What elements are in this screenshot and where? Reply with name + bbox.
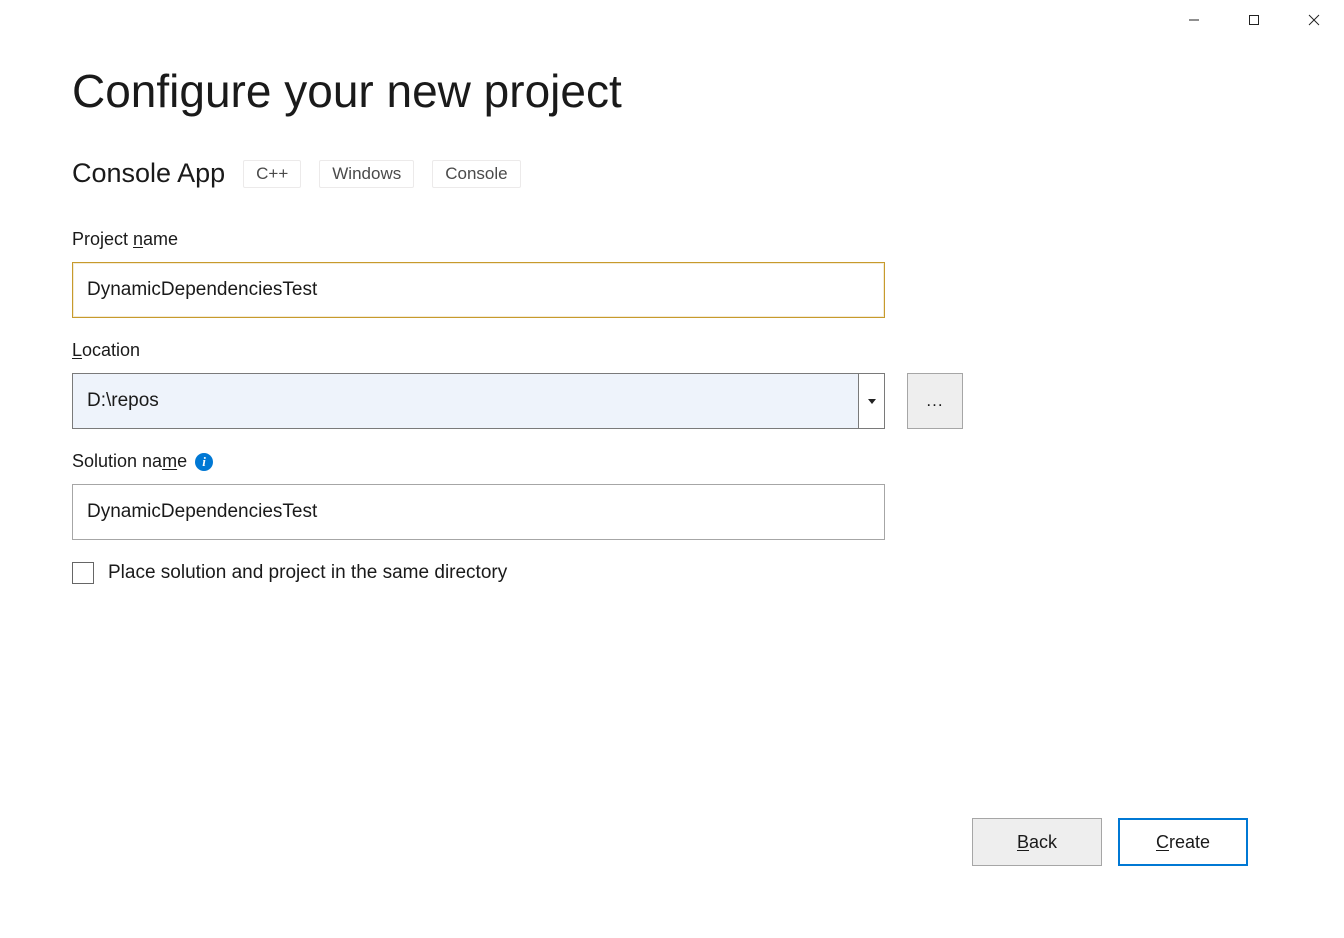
minimize-button[interactable] <box>1164 0 1224 40</box>
chevron-down-icon <box>868 399 876 404</box>
location-combobox[interactable]: D:\repos <box>72 373 885 429</box>
same-directory-row: Place solution and project in the same d… <box>72 562 1272 584</box>
project-name-input[interactable] <box>72 262 885 318</box>
tag-console: Console <box>432 160 520 188</box>
back-button[interactable]: Back <box>972 818 1102 866</box>
location-label: Location <box>72 340 1272 361</box>
close-button[interactable] <box>1284 0 1344 40</box>
template-subheader: Console App C++ Windows Console <box>72 158 1272 189</box>
tag-cpp: C++ <box>243 160 301 188</box>
location-value: D:\repos <box>73 374 858 428</box>
solution-name-input[interactable] <box>72 484 885 540</box>
close-icon <box>1308 14 1320 26</box>
location-field: Location D:\repos ... <box>72 340 1272 429</box>
maximize-button[interactable] <box>1224 0 1284 40</box>
same-directory-label: Place solution and project in the same d… <box>108 562 507 584</box>
solution-name-label: Solution name i <box>72 451 1272 472</box>
location-dropdown-arrow[interactable] <box>858 374 884 428</box>
tag-windows: Windows <box>319 160 414 188</box>
solution-name-field: Solution name i <box>72 451 1272 540</box>
dialog-footer: Back Create <box>972 818 1248 866</box>
browse-button[interactable]: ... <box>907 373 963 429</box>
create-button[interactable]: Create <box>1118 818 1248 866</box>
info-icon[interactable]: i <box>195 453 213 471</box>
page-title: Configure your new project <box>72 64 1272 118</box>
project-name-field: Project name <box>72 229 1272 318</box>
project-name-label: Project name <box>72 229 1272 250</box>
minimize-icon <box>1188 14 1200 26</box>
window-titlebar <box>1164 0 1344 40</box>
dialog-content: Configure your new project Console App C… <box>0 0 1344 584</box>
template-name: Console App <box>72 158 225 189</box>
maximize-icon <box>1248 14 1260 26</box>
same-directory-checkbox[interactable] <box>72 562 94 584</box>
